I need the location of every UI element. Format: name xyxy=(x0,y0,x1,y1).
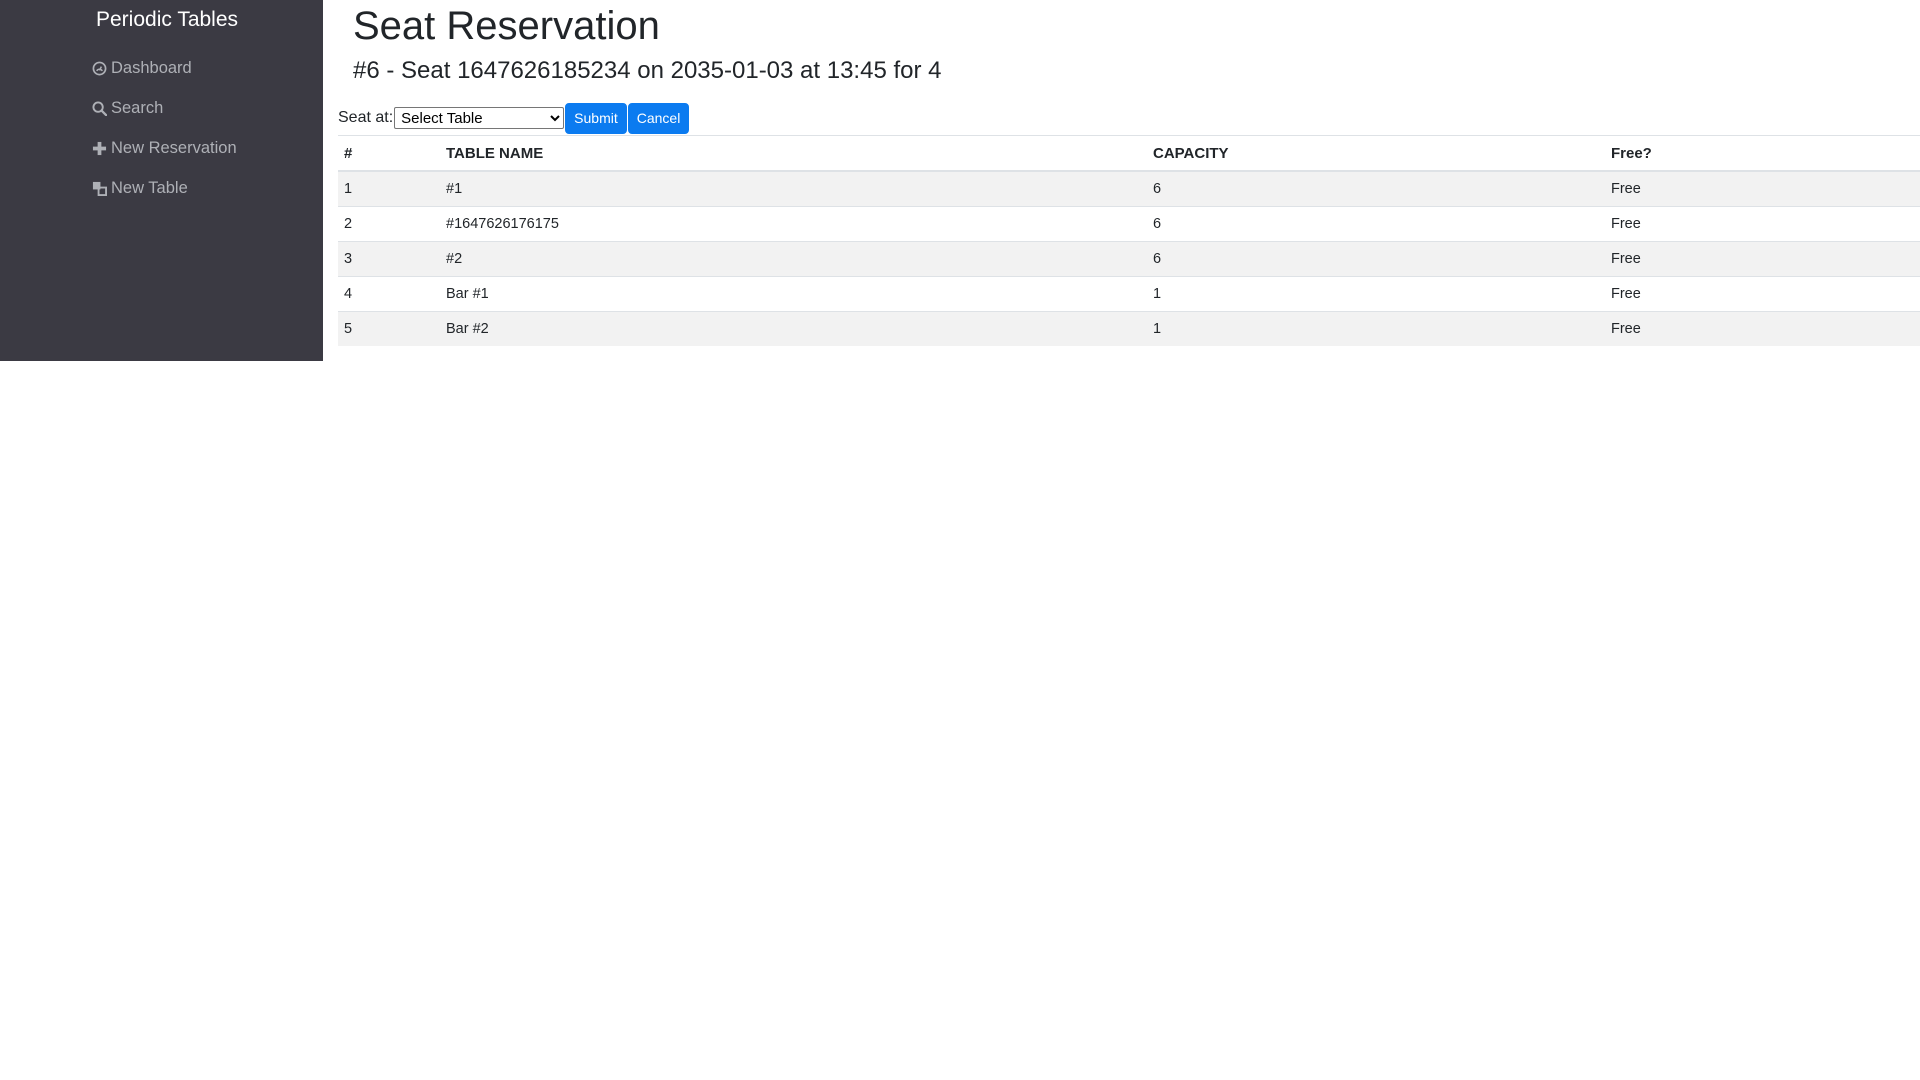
seat-form: Seat at: Select Table Submit Cancel xyxy=(338,102,690,134)
cell-number: 1 xyxy=(338,170,440,207)
table-row: 4 Bar #1 1 Free xyxy=(338,276,1920,312)
sidebar-item-dashboard[interactable]: Dashboard xyxy=(91,48,237,88)
brand-title[interactable]: Periodic Tables xyxy=(96,8,238,32)
search-icon xyxy=(91,100,108,117)
reservation-summary: #6 - Seat 1647626185234 on 2035-01-03 at… xyxy=(353,57,942,84)
cell-status: Free xyxy=(1605,241,1920,277)
cell-number: 5 xyxy=(338,311,440,346)
table-row: 2 #1647626176175 6 Free xyxy=(338,206,1920,242)
submit-button[interactable]: Submit xyxy=(565,102,627,134)
sidebar-item-label: New Table xyxy=(111,178,188,197)
cell-status: Free xyxy=(1605,170,1920,207)
cell-status: Free xyxy=(1605,276,1920,312)
column-header-table-name: TABLE NAME xyxy=(440,135,1147,172)
seat-at-label: Seat at: xyxy=(338,109,394,126)
cell-number: 4 xyxy=(338,276,440,312)
cell-capacity: 6 xyxy=(1147,206,1605,242)
cell-table-name: Bar #2 xyxy=(440,311,1147,346)
sidebar-item-label: Search xyxy=(111,98,164,117)
sidebar-item-label: New Reservation xyxy=(111,138,237,157)
tables-table: # TABLE NAME CAPACITY Free? 1 #1 6 Free … xyxy=(338,135,1920,346)
table-row: 1 #1 6 Free xyxy=(338,170,1920,207)
cell-number: 3 xyxy=(338,241,440,277)
cell-table-name: Bar #1 xyxy=(440,276,1147,312)
cell-capacity: 6 xyxy=(1147,170,1605,207)
column-header-capacity: CAPACITY xyxy=(1147,135,1605,172)
page-title: Seat Reservation xyxy=(353,4,660,48)
cell-status: Free xyxy=(1605,311,1920,346)
plus-icon xyxy=(91,140,108,157)
dashboard-icon xyxy=(91,60,108,77)
table-row: 3 #2 6 Free xyxy=(338,241,1920,277)
cell-capacity: 6 xyxy=(1147,241,1605,277)
sidebar-item-new-table[interactable]: New Table xyxy=(91,168,237,208)
column-header-free: Free? xyxy=(1605,135,1920,172)
cell-table-name: #1 xyxy=(440,170,1147,207)
table-icon xyxy=(91,180,108,197)
sidebar: Periodic Tables Dashboard Search New Res… xyxy=(0,0,323,361)
sidebar-item-search[interactable]: Search xyxy=(91,88,237,128)
table-select[interactable]: Select Table xyxy=(394,107,565,129)
cell-capacity: 1 xyxy=(1147,311,1605,346)
cell-table-name: #1647626176175 xyxy=(440,206,1147,242)
sidebar-nav: Dashboard Search New Reservation New Tab… xyxy=(91,48,237,208)
sidebar-item-label: Dashboard xyxy=(111,58,192,77)
cell-table-name: #2 xyxy=(440,241,1147,277)
cell-number: 2 xyxy=(338,206,440,242)
table-header-row: # TABLE NAME CAPACITY Free? xyxy=(338,135,1920,172)
cancel-button[interactable]: Cancel xyxy=(627,102,690,134)
cell-capacity: 1 xyxy=(1147,276,1605,312)
sidebar-item-new-reservation[interactable]: New Reservation xyxy=(91,128,237,168)
table-row: 5 Bar #2 1 Free xyxy=(338,311,1920,346)
cell-status: Free xyxy=(1605,206,1920,242)
column-header-number: # xyxy=(338,135,440,172)
